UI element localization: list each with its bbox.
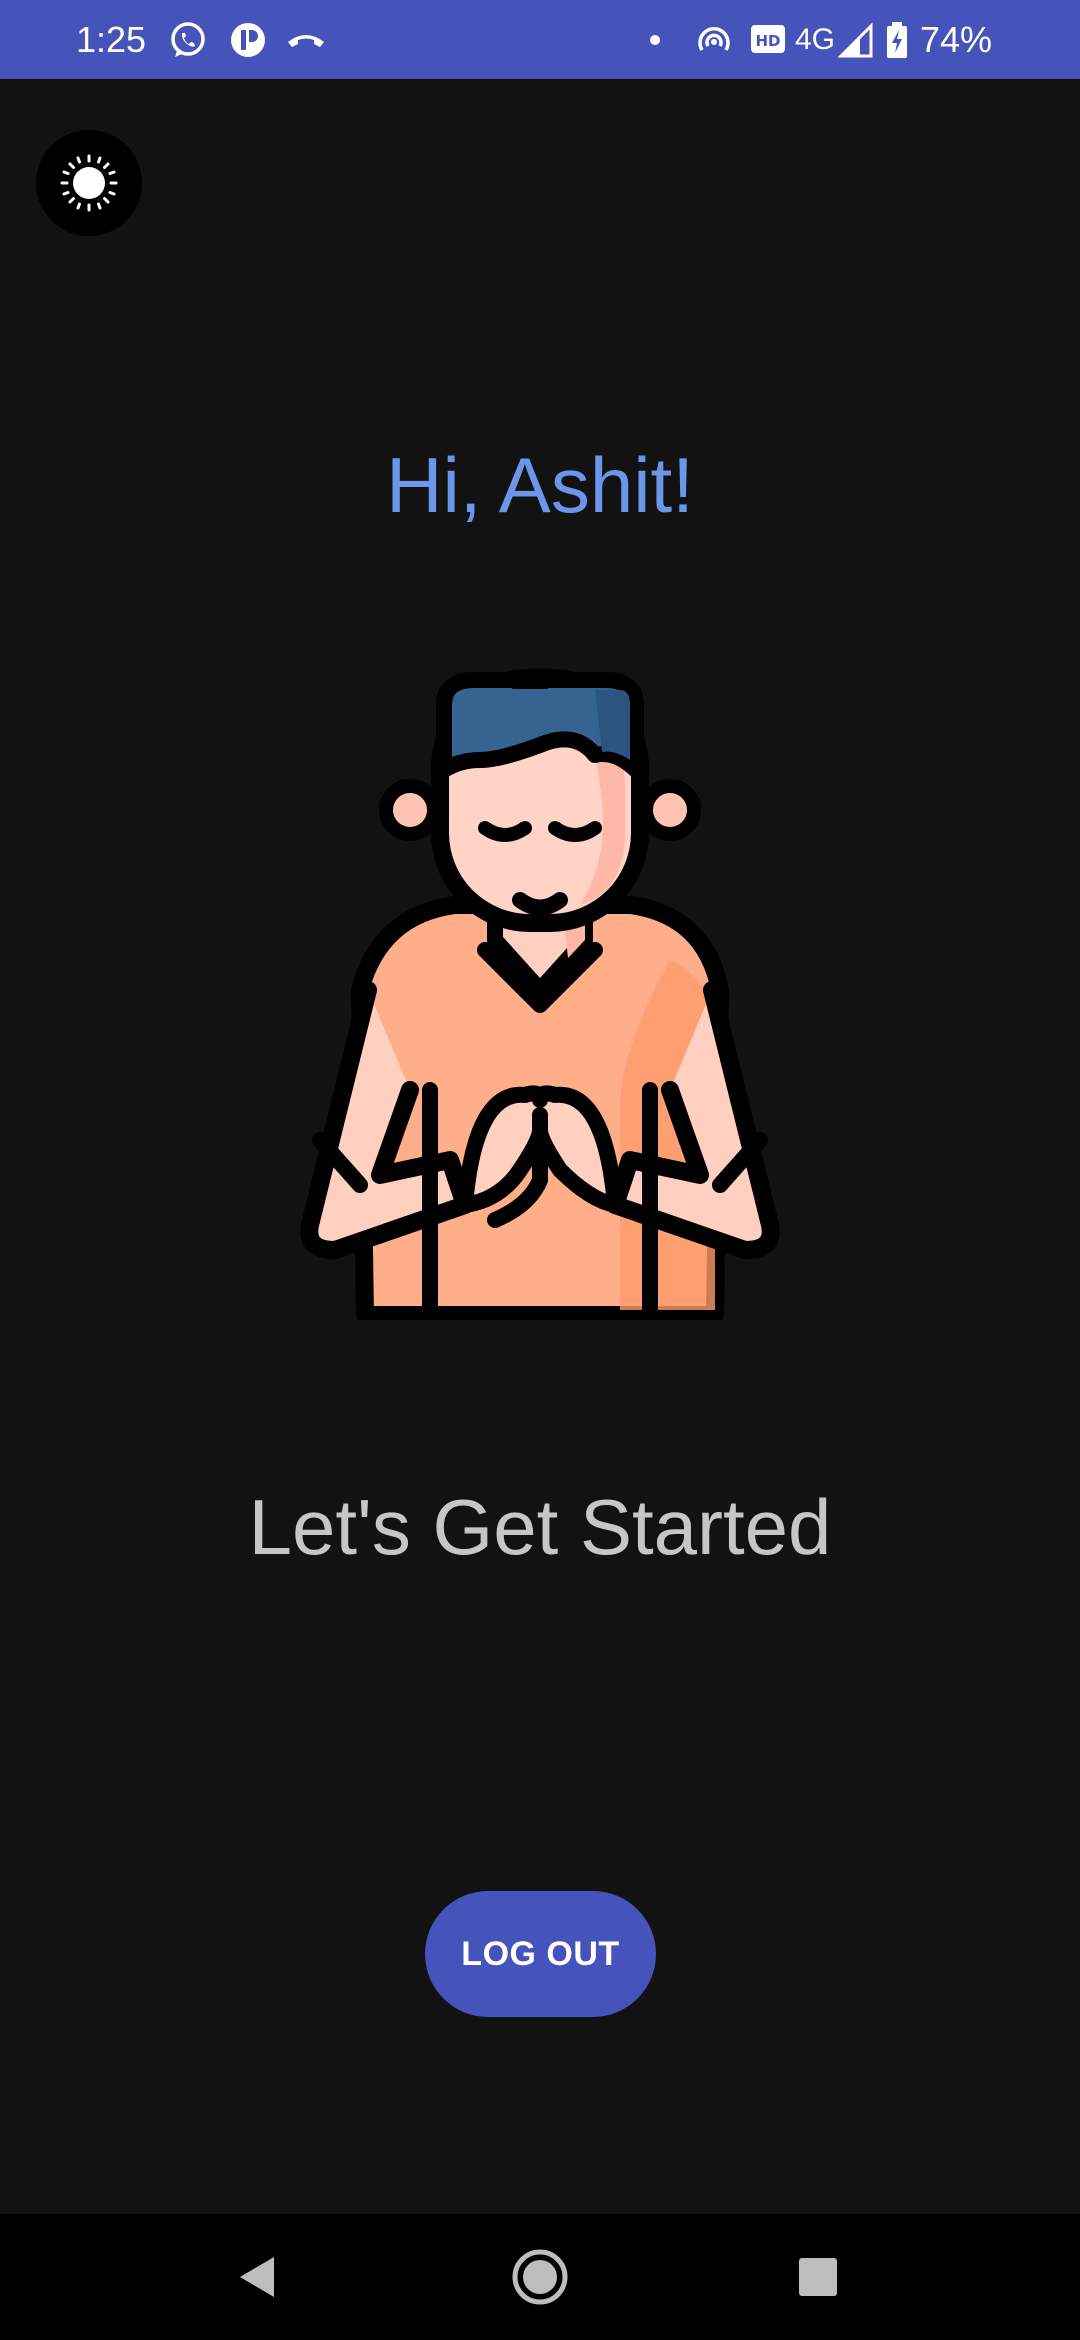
signal-icon — [838, 22, 873, 58]
subtitle: Let's Get Started — [248, 1483, 832, 1571]
theme-toggle-button[interactable] — [36, 130, 142, 236]
namaste-person-illustration — [300, 669, 780, 1320]
battery-percent: 74% — [920, 19, 993, 60]
nav-recents-button[interactable] — [778, 2237, 858, 2317]
status-bar: 1:25 HD 4G 74% — [0, 0, 1080, 79]
dot-icon — [650, 35, 660, 45]
sun-icon — [60, 154, 118, 212]
recents-icon — [799, 2258, 837, 2296]
home-icon — [512, 2249, 568, 2305]
whatsapp-icon — [171, 22, 205, 57]
nav-home-button[interactable] — [500, 2237, 580, 2317]
nav-back-button[interactable] — [218, 2237, 298, 2317]
battery-charging-icon — [887, 22, 907, 58]
network-type: 4G — [795, 23, 836, 56]
back-icon — [240, 2257, 274, 2297]
status-time: 1:25 — [76, 19, 147, 60]
hotspot-icon — [698, 27, 730, 51]
app-notification-icon — [231, 23, 265, 57]
logout-button[interactable]: LOG OUT — [425, 1891, 656, 2017]
missed-call-icon — [288, 35, 324, 47]
greeting-title: Hi, Ashit! — [386, 441, 694, 529]
navigation-bar — [0, 2214, 1080, 2340]
screen: 1:25 HD 4G 74% Hi, Ashit! Let's Get Star… — [0, 0, 1080, 2340]
svg-text:HD: HD — [755, 32, 780, 50]
hd-icon: HD — [751, 25, 785, 53]
